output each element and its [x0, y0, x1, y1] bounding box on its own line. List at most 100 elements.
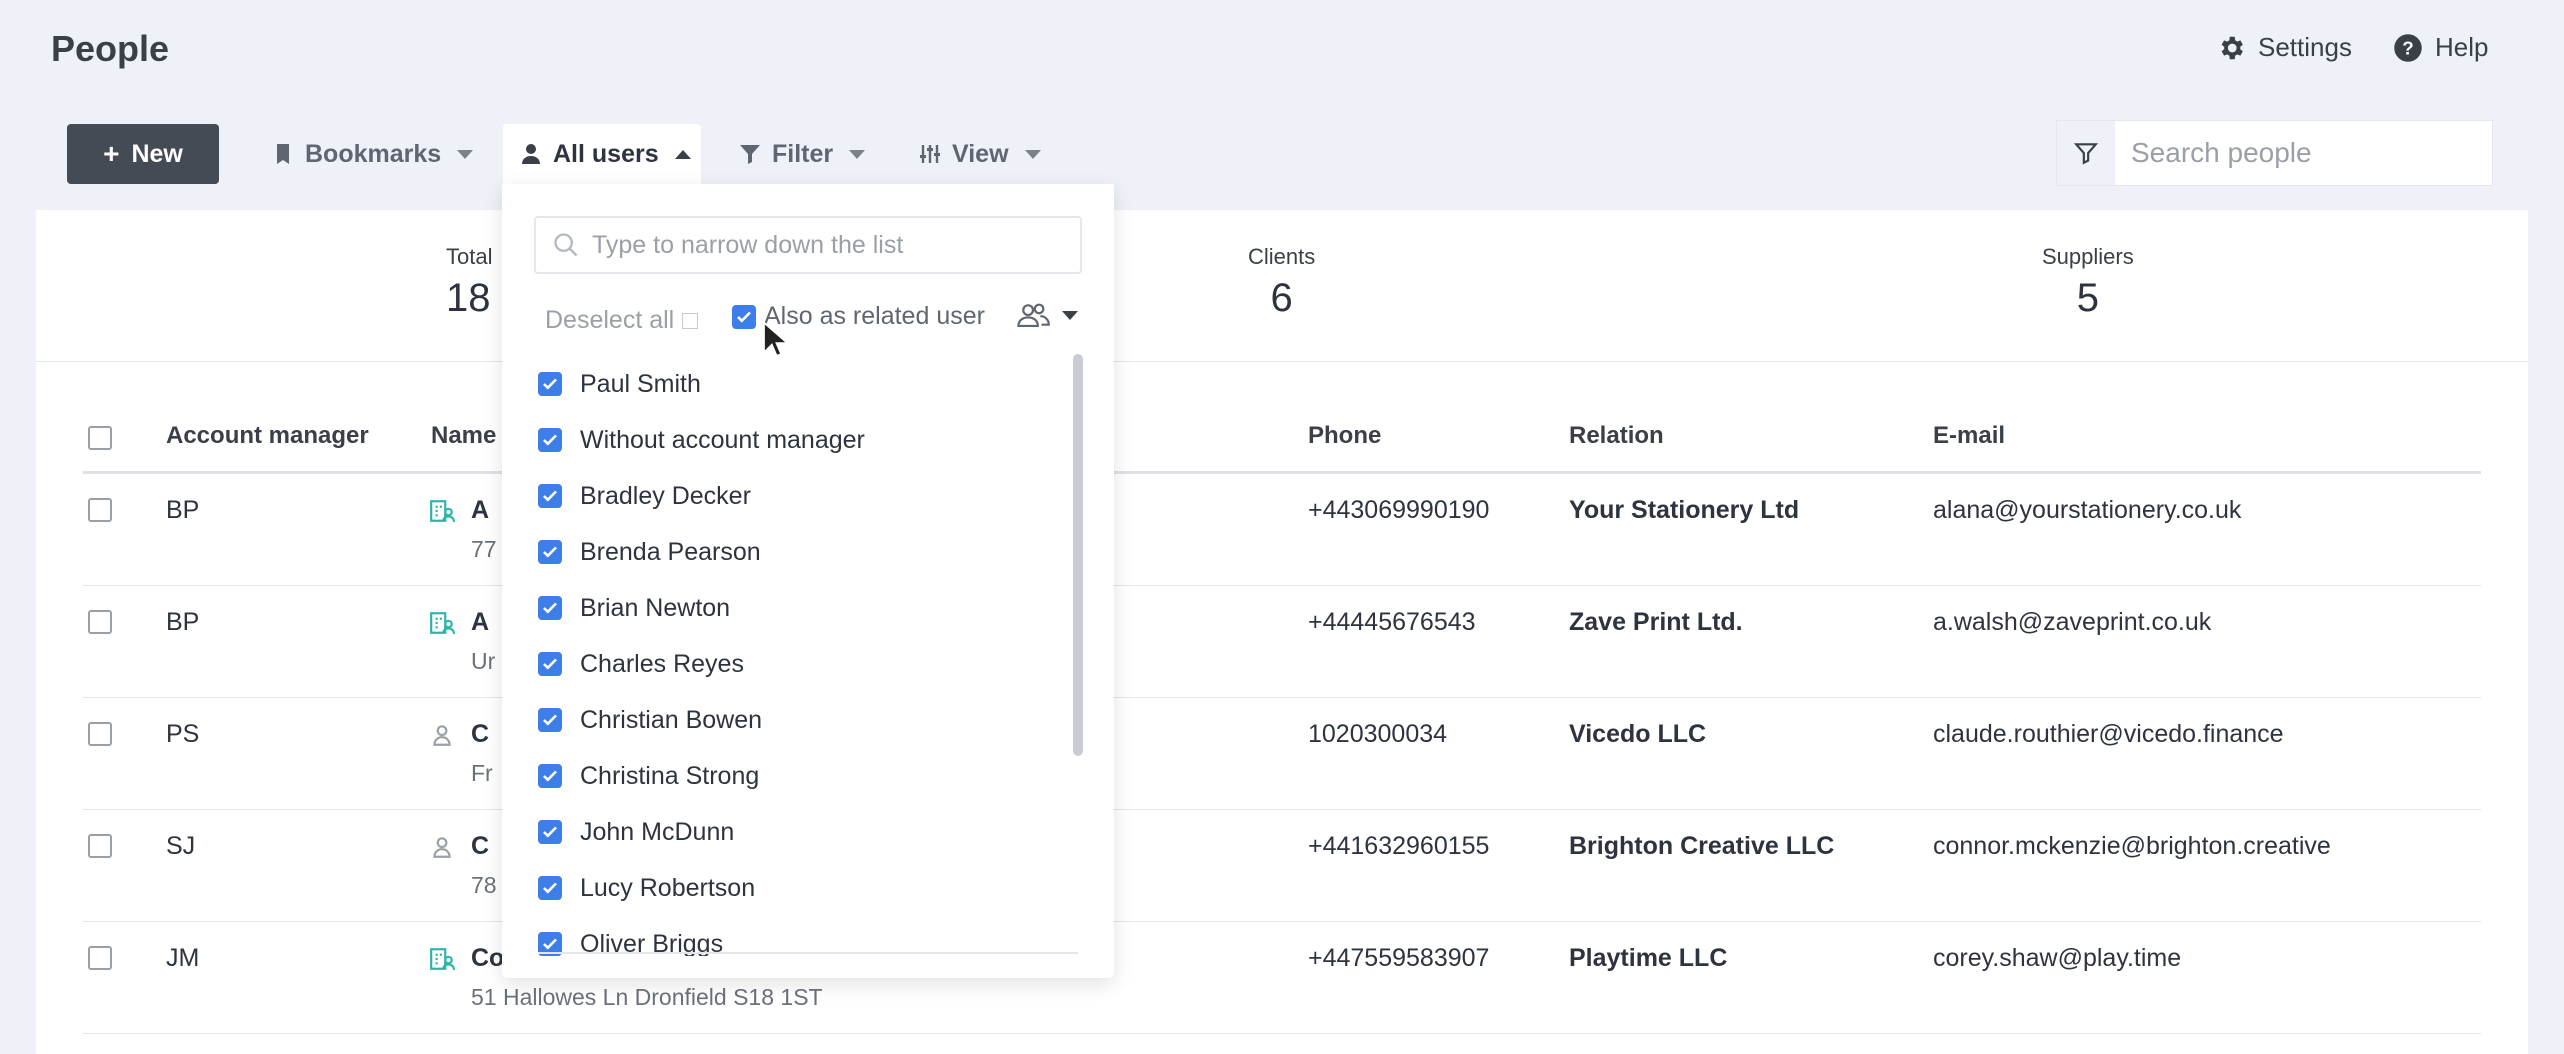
row-checkbox[interactable]: [88, 722, 112, 746]
person-icon: [433, 837, 451, 858]
check-icon: [543, 546, 557, 558]
stats-bar: Total 18 Clients 6 Suppliers 5: [36, 210, 2528, 362]
column-name[interactable]: Name: [431, 422, 496, 450]
also-related-checkbox[interactable]: [732, 304, 756, 329]
list-item[interactable]: Oliver Briggs: [538, 916, 1086, 956]
user-checkbox[interactable]: [538, 764, 562, 788]
search-filter-button[interactable]: [2057, 121, 2115, 185]
filter-dropdown[interactable]: Filter: [738, 126, 866, 182]
account-manager-initials: JM: [166, 944, 200, 972]
table-row[interactable]: BP A Ur +44445676543 Zave Print Ltd. a.w…: [83, 586, 2481, 698]
user-checkbox[interactable]: [538, 820, 562, 844]
list-item[interactable]: Lucy Robertson: [538, 860, 1086, 916]
deselect-all-label: Deselect all: [545, 306, 675, 334]
person-address: 51 Hallowes Ln Dronfield S18 1ST: [471, 984, 823, 1010]
plus-icon: +: [103, 138, 120, 169]
phone-value: +44445676543: [1308, 608, 1476, 636]
row-checkbox[interactable]: [88, 610, 112, 634]
user-checkbox[interactable]: [538, 708, 562, 732]
user-checkbox[interactable]: [538, 596, 562, 620]
relation-value[interactable]: Zave Print Ltd.: [1569, 608, 1743, 637]
dropdown-scrollbar[interactable]: [1073, 354, 1083, 756]
account-manager-initials: BP: [166, 608, 200, 636]
relation-value[interactable]: Brighton Creative LLC: [1569, 832, 1834, 861]
table-row[interactable]: BP A 77 +443069990190 Your Stationery Lt…: [83, 474, 2481, 586]
users-list: Paul Smith Without account manager Bradl…: [538, 356, 1086, 956]
column-phone[interactable]: Phone: [1308, 422, 1381, 450]
email-value[interactable]: a.walsh@zaveprint.co.uk: [1933, 608, 2211, 637]
row-checkbox[interactable]: [88, 946, 112, 970]
help-link[interactable]: ? Help: [2393, 32, 2488, 63]
filter-label: Filter: [772, 139, 834, 168]
check-icon: [543, 770, 557, 782]
filter-icon: [740, 145, 760, 164]
deselect-all-button[interactable]: Deselect all: [545, 306, 699, 335]
person-name[interactable]: A: [471, 608, 489, 637]
phone-value: +441632960155: [1308, 832, 1490, 860]
user-group-toggle[interactable]: [1016, 298, 1078, 332]
person-address: Fr: [471, 760, 493, 786]
stat-value: 5: [2076, 276, 2099, 320]
relation-value[interactable]: Your Stationery Ltd: [1569, 496, 1799, 525]
user-label: Without account manager: [580, 425, 865, 454]
user-checkbox[interactable]: [538, 652, 562, 676]
list-item[interactable]: Christian Bowen: [538, 692, 1086, 748]
dropdown-search-box: [534, 216, 1082, 274]
building-person-icon: [430, 612, 455, 634]
list-item[interactable]: Bradley Decker: [538, 468, 1086, 524]
email-value[interactable]: connor.mckenzie@brighton.creative: [1933, 832, 2331, 861]
person-name[interactable]: C: [471, 832, 489, 861]
user-checkbox[interactable]: [538, 372, 562, 396]
list-item[interactable]: John McDunn: [538, 804, 1086, 860]
table-row[interactable]: PS C Fr 1020300034 Vicedo LLC claude.rou…: [83, 698, 2481, 810]
list-item[interactable]: Charles Reyes: [538, 636, 1086, 692]
users-group-icon: [1017, 303, 1050, 328]
list-item[interactable]: Without account manager: [538, 412, 1086, 468]
email-value[interactable]: corey.shaw@play.time: [1933, 944, 2181, 973]
settings-link[interactable]: Settings: [2216, 32, 2352, 63]
relation-value[interactable]: Playtime LLC: [1569, 944, 1727, 973]
relation-value[interactable]: Vicedo LLC: [1569, 720, 1706, 749]
list-item[interactable]: Brenda Pearson: [538, 524, 1086, 580]
search-input[interactable]: [2115, 121, 2492, 185]
list-item[interactable]: Paul Smith: [538, 356, 1086, 412]
user-label: Christian Bowen: [580, 705, 763, 734]
column-email[interactable]: E-mail: [1933, 422, 2005, 450]
email-value[interactable]: alana@yourstationery.co.uk: [1933, 496, 2241, 525]
column-relation[interactable]: Relation: [1569, 422, 1664, 450]
person-icon: [433, 725, 451, 746]
view-label: View: [952, 139, 1009, 168]
user-checkbox[interactable]: [538, 876, 562, 900]
user-label: Charles Reyes: [580, 649, 744, 678]
phone-value: 1020300034: [1308, 720, 1448, 748]
row-checkbox[interactable]: [88, 498, 112, 522]
list-item[interactable]: Brian Newton: [538, 580, 1086, 636]
all-users-dropdown[interactable]: All users: [519, 126, 691, 182]
user-label: Bradley Decker: [580, 481, 751, 510]
user-checkbox[interactable]: [538, 540, 562, 564]
building-person-icon: [430, 500, 455, 522]
account-manager-initials: PS: [166, 720, 200, 748]
user-checkbox[interactable]: [538, 428, 562, 452]
new-button[interactable]: + New: [67, 124, 219, 184]
row-checkbox[interactable]: [88, 834, 112, 858]
bookmarks-dropdown[interactable]: Bookmarks: [271, 126, 474, 182]
column-account-manager[interactable]: Account manager: [166, 422, 369, 450]
view-dropdown[interactable]: View: [918, 126, 1041, 182]
stat-label: Clients: [1248, 244, 1316, 269]
settings-label: Settings: [2258, 32, 2352, 62]
chevron-down-icon: [1062, 310, 1078, 320]
select-all-checkbox[interactable]: [88, 426, 112, 450]
sliders-icon: [920, 145, 940, 163]
person-name[interactable]: A: [471, 496, 489, 525]
deselect-all-checkbox[interactable]: [682, 312, 699, 329]
user-checkbox[interactable]: [538, 484, 562, 508]
check-icon: [543, 938, 557, 950]
person-name[interactable]: C: [471, 720, 489, 749]
dropdown-search-input[interactable]: [592, 230, 1072, 260]
email-value[interactable]: claude.routhier@vicedo.finance: [1933, 720, 2284, 749]
list-item[interactable]: Christina Strong: [538, 748, 1086, 804]
table-row[interactable]: JM Corey Shaw 51 Hallowes Ln Dronfield S…: [83, 922, 2481, 1034]
table-row[interactable]: SJ C 78 +441632960155 Brighton Creative …: [83, 810, 2481, 922]
person-address: 78: [471, 872, 497, 898]
